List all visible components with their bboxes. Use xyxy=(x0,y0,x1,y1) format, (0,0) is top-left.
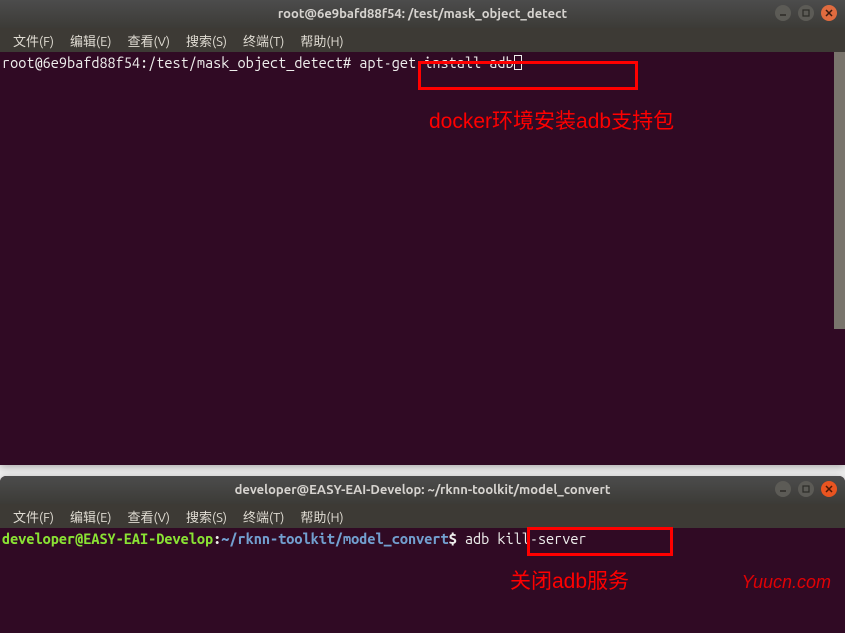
shell-command: adb kill-server xyxy=(465,530,587,547)
minimize-button[interactable] xyxy=(775,481,791,497)
menu-terminal[interactable]: 终端(T) xyxy=(236,29,291,52)
prompt-user-host: developer@EASY-EAI-Develop xyxy=(2,530,213,547)
menu-view[interactable]: 查看(V) xyxy=(121,505,177,528)
menu-help[interactable]: 帮助(H) xyxy=(293,505,350,528)
menu-search[interactable]: 搜索(S) xyxy=(179,29,234,52)
titlebar[interactable]: developer@EASY-EAI-Develop: ~/rknn-toolk… xyxy=(0,476,845,504)
terminal-body[interactable]: developer@EASY-EAI-Develop:~/rknn-toolki… xyxy=(0,528,845,548)
scrollbar[interactable] xyxy=(834,52,845,329)
shell-prompt: root@6e9bafd88f54:/test/mask_object_dete… xyxy=(2,54,359,71)
maximize-button[interactable] xyxy=(798,481,814,497)
menu-help[interactable]: 帮助(H) xyxy=(293,29,350,52)
annotation-kill: 关闭adb服务 xyxy=(510,565,629,595)
window-title: root@6e9bafd88f54: /test/mask_object_det… xyxy=(278,7,567,21)
terminal-window-docker: root@6e9bafd88f54: /test/mask_object_det… xyxy=(0,0,845,465)
menubar: 文件(F) 编辑(E) 查看(V) 搜索(S) 终端(T) 帮助(H) xyxy=(0,504,845,528)
maximize-button[interactable] xyxy=(798,5,814,21)
terminal-window-host: developer@EASY-EAI-Develop: ~/rknn-toolk… xyxy=(0,476,845,633)
minimize-button[interactable] xyxy=(775,5,791,21)
cursor xyxy=(514,55,522,70)
watermark: Yuucn.com xyxy=(742,572,831,593)
shell-command: apt-get install adb xyxy=(359,54,513,71)
menubar: 文件(F) 编辑(E) 查看(V) 搜索(S) 终端(T) 帮助(H) xyxy=(0,28,845,52)
menu-search[interactable]: 搜索(S) xyxy=(179,505,234,528)
close-button[interactable] xyxy=(821,481,837,497)
window-controls xyxy=(775,5,837,21)
annotation-install: docker环境安装adb支持包 xyxy=(429,105,674,135)
prompt-dollar: $ xyxy=(449,530,465,547)
close-button[interactable] xyxy=(821,5,837,21)
menu-edit[interactable]: 编辑(E) xyxy=(63,505,118,528)
prompt-path: ~/rknn-toolkit/model_convert xyxy=(221,530,448,547)
terminal-body[interactable]: root@6e9bafd88f54:/test/mask_object_dete… xyxy=(0,52,845,72)
window-controls xyxy=(775,481,837,497)
menu-terminal[interactable]: 终端(T) xyxy=(236,505,291,528)
menu-view[interactable]: 查看(V) xyxy=(121,29,177,52)
menu-file[interactable]: 文件(F) xyxy=(6,505,61,528)
titlebar[interactable]: root@6e9bafd88f54: /test/mask_object_det… xyxy=(0,0,845,28)
menu-file[interactable]: 文件(F) xyxy=(6,29,61,52)
window-title: developer@EASY-EAI-Develop: ~/rknn-toolk… xyxy=(235,483,611,497)
menu-edit[interactable]: 编辑(E) xyxy=(63,29,118,52)
